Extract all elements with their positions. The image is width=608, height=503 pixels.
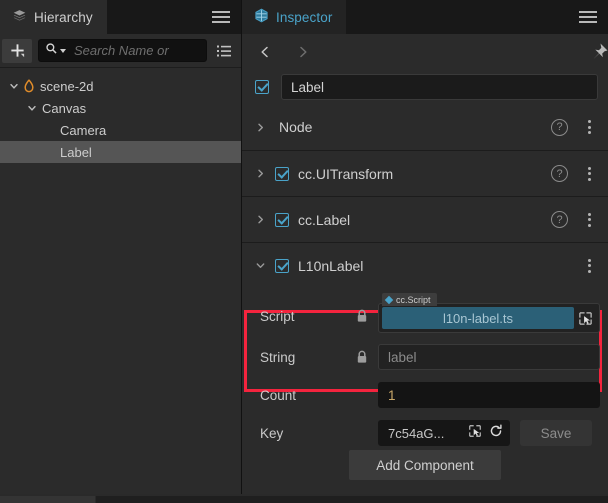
property-label-key: Key [260,425,284,441]
string-placeholder: label [388,349,417,365]
node-picker-icon[interactable] [468,424,482,443]
component-row-l10nlabel[interactable]: L10nLabel [242,242,608,288]
inspector-navbar [242,34,608,70]
component-name: cc.Label [298,211,351,228]
property-row-script: Script cc.Script l10n-label.ts [242,293,608,338]
kebab-menu-icon[interactable] [582,166,596,181]
key-input[interactable]: 7c54aG... [378,420,510,446]
flame-icon [23,79,35,93]
tree-item-label-text: Label [60,144,92,160]
chevron-right-icon[interactable] [255,168,275,179]
property-label-string: String [260,349,296,365]
component-enabled-checkbox[interactable] [275,258,289,273]
script-value[interactable]: l10n-label.ts [382,307,574,329]
node-enabled-checkbox[interactable] [255,80,269,94]
script-field[interactable]: cc.Script l10n-label.ts [378,293,600,333]
hierarchy-toolbar: Search Name or [0,34,241,68]
property-label-script: Script [260,308,295,324]
property-row-key: Key 7c54aG... Save [242,414,608,452]
tab-hierarchy-label: Hierarchy [34,9,93,25]
layers-icon [12,8,27,26]
chevron-right-icon[interactable] [255,214,275,225]
script-type-label: cc.Script [396,294,431,305]
tree-item-label: Canvas [42,100,87,116]
help-icon[interactable]: ? [551,118,568,136]
bottom-strip-left [0,496,95,503]
node-name-row: Label [242,70,608,104]
help-icon[interactable]: ? [551,165,568,182]
inspector-panel: Inspector Label Node ? cc.UITransform ? … [242,0,608,494]
bottom-status-strip [0,494,608,503]
search-placeholder: Search Name or [74,43,169,58]
lock-icon [356,350,378,364]
hamburger-menu-icon[interactable] [209,0,233,34]
component-row-uitransform[interactable]: cc.UITransform ? [242,150,608,196]
tree-item-camera[interactable]: Camera [0,119,241,141]
lock-icon [356,309,378,323]
tab-hierarchy[interactable]: Hierarchy [0,0,107,34]
script-type-badge: cc.Script [382,293,437,306]
component-enabled-checkbox[interactable] [275,166,289,181]
count-input[interactable]: 1 [378,382,600,408]
component-enabled-checkbox[interactable] [275,212,289,227]
chevron-left-icon[interactable] [254,39,276,65]
hierarchy-tabbar: Hierarchy [0,0,241,34]
hierarchy-tree: scene-2d Canvas Camera Label [0,68,241,163]
tab-inspector-label: Inspector [276,9,333,25]
component-name: Node [279,119,313,135]
component-name: cc.UITransform [298,165,394,182]
cube-icon [254,8,269,26]
tree-item-label: scene-2d [40,78,94,94]
kebab-menu-icon[interactable] [582,212,596,227]
chevron-right-icon[interactable] [292,39,314,65]
editor-window: Hierarchy Search Name or scene-2d Canvas… [0,0,608,503]
node-picker-icon[interactable] [574,311,596,326]
tree-item-label: Camera [60,122,107,138]
add-node-icon[interactable] [2,38,32,63]
property-label-count: Count [260,387,297,403]
hamburger-menu-icon[interactable] [576,0,600,34]
tab-inspector[interactable]: Inspector [242,0,347,34]
diamond-icon [384,295,394,304]
node-name-value: Label [291,79,325,95]
chevron-down-icon[interactable] [6,81,22,91]
l10nlabel-properties: Script cc.Script l10n-label.ts String la… [242,288,608,452]
property-row-count: Count 1 [242,376,608,414]
tree-item-label[interactable]: Label [0,141,241,163]
chevron-down-icon[interactable] [24,103,40,113]
inspector-tabbar-empty [346,0,608,34]
bottom-strip-right [96,496,608,503]
pin-icon[interactable] [588,41,608,68]
chevron-down-icon[interactable] [255,260,275,271]
search-icon [45,42,58,60]
property-row-string: String label [242,338,608,376]
kebab-menu-icon[interactable] [582,258,596,273]
inspector-tabbar: Inspector [242,0,608,34]
tree-item-scene-2d[interactable]: scene-2d [0,75,241,97]
tree-item-canvas[interactable]: Canvas [0,97,241,119]
help-icon[interactable]: ? [551,211,568,228]
component-row-cc-label[interactable]: cc.Label ? [242,196,608,242]
hierarchy-panel: Hierarchy Search Name or scene-2d Canvas… [0,0,242,494]
component-list: Node ? cc.UITransform ? cc.Label ? L10nL… [242,104,608,392]
string-input[interactable]: label [378,344,600,370]
save-button[interactable]: Save [520,420,592,446]
component-row-node[interactable]: Node ? [242,104,608,150]
refresh-icon[interactable] [489,424,503,443]
add-component-wrap: Add Component [242,450,608,480]
count-value: 1 [388,387,396,403]
node-name-input[interactable]: Label [281,74,598,100]
add-component-button[interactable]: Add Component [349,450,501,480]
component-name: L10nLabel [298,257,364,274]
key-value: 7c54aG... [388,425,445,441]
list-view-icon[interactable] [213,40,235,62]
search-filter-caret-icon[interactable] [60,48,66,53]
search-input[interactable]: Search Name or [38,39,207,62]
kebab-menu-icon[interactable] [582,120,596,134]
chevron-right-icon[interactable] [255,122,275,133]
